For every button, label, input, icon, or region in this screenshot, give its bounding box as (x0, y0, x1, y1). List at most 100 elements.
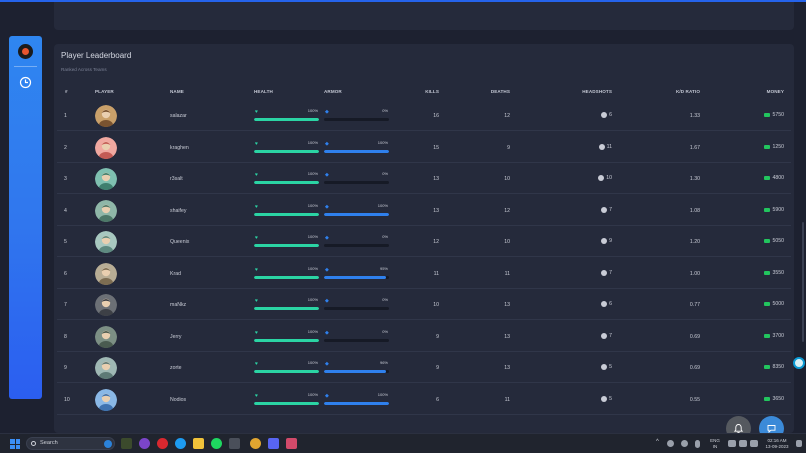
row-headshots-value: 6 (609, 301, 612, 307)
table-row[interactable]: 4 shaifey ♥ 100% ◆ 100% 13 12 7 1.08 590… (54, 195, 794, 226)
terminal-icon[interactable] (229, 438, 240, 449)
table-row[interactable]: 1 salazar ♥ 100% ◆ 0% 16 12 6 1.33 5750 (54, 100, 794, 131)
armor-bar-fill (324, 149, 389, 153)
cash-icon (764, 176, 771, 180)
dota-logo-icon[interactable] (18, 44, 33, 59)
skull-icon (601, 395, 608, 402)
app-page: Player Leaderboard Ranked Across Teams #… (0, 2, 806, 441)
table-row[interactable]: 2 kraghen ♥ 100% ◆ 100% 15 9 11 1.67 125… (54, 132, 794, 163)
shield-icon: ◆ (325, 329, 329, 336)
row-deaths: 12 (504, 207, 510, 214)
table-row[interactable]: 8 Jerry ♥ 100% ◆ 0% 9 13 7 0.69 3700 (54, 321, 794, 352)
row-player-name[interactable]: maNkz (170, 302, 186, 308)
health-percent: 100% (307, 202, 318, 208)
twitter-icon[interactable] (175, 438, 186, 449)
armor-percent: 0% (382, 108, 388, 113)
armor-bar: ◆ 100% (324, 392, 389, 406)
shield-icon: ◆ (325, 266, 329, 273)
taskbar-search-label: Search (40, 440, 58, 446)
row-player-name[interactable]: shaifey (170, 208, 186, 214)
skull-icon (598, 143, 605, 150)
clock-icon[interactable] (19, 76, 32, 89)
copilot-edge-icon[interactable] (793, 357, 805, 369)
row-player-name[interactable]: Krad (170, 271, 181, 277)
health-bar-fill (254, 275, 319, 279)
health-bar-fill (254, 118, 319, 121)
app-icon-game[interactable] (121, 438, 132, 449)
table-row[interactable]: 3 r3salt ♥ 100% ◆ 0% 13 10 10 1.30 4800 (54, 163, 794, 194)
avatar (95, 262, 117, 285)
app-icon-red[interactable] (157, 438, 168, 449)
health-percent: 100% (307, 328, 318, 334)
row-deaths: 13 (504, 365, 510, 371)
health-percent: 100% (307, 139, 318, 145)
cash-icon (764, 302, 771, 306)
cash-icon (764, 365, 771, 369)
row-player-name[interactable]: r3salt (170, 176, 183, 182)
cash-icon (764, 333, 771, 338)
shield-icon: ◆ (325, 235, 329, 241)
skull-icon (601, 238, 608, 244)
armor-percent: 100% (377, 391, 388, 397)
tray-language[interactable]: ENG IN (706, 438, 724, 449)
health-bar-fill (254, 212, 319, 216)
table-row[interactable]: 6 Krad ♥ 100% ◆ 95% 11 11 7 1.00 3550 (54, 258, 794, 289)
tray-clock[interactable]: 02:16 AM 13-09-2023 (760, 438, 794, 449)
file-explorer-icon[interactable] (193, 438, 204, 449)
heart-icon: ♥ (255, 266, 258, 273)
cash-icon (764, 396, 771, 401)
discord-icon[interactable] (268, 438, 279, 449)
row-deaths: 10 (504, 239, 510, 245)
shield-icon: ◆ (325, 298, 329, 304)
taskbar-search-input[interactable]: Search (26, 437, 115, 450)
avatar (95, 136, 117, 159)
shield-icon: ◆ (325, 203, 329, 210)
row-rank: 6 (64, 270, 67, 277)
heart-icon: ♥ (255, 140, 258, 147)
row-headshots-value: 7 (609, 206, 612, 213)
col-header-money: MONEY (766, 89, 784, 94)
heart-icon: ♥ (255, 109, 258, 115)
windows-start-icon[interactable] (10, 439, 20, 449)
health-percent: 100% (307, 391, 318, 397)
health-percent: 100% (307, 171, 318, 176)
shield-icon: ◆ (325, 140, 329, 147)
battery-icon[interactable] (750, 440, 758, 447)
row-kd-ratio: 1.20 (689, 239, 700, 245)
page-scrollbar[interactable] (802, 222, 804, 342)
notification-center-icon[interactable] (796, 440, 802, 447)
table-row[interactable]: 9 zorte ♥ 100% ◆ 96% 9 13 5 0.69 8350 (54, 352, 794, 383)
armor-bar-fill (324, 212, 389, 216)
wifi-icon[interactable] (728, 440, 736, 447)
table-row[interactable]: 7 maNkz ♥ 100% ◆ 0% 10 13 6 0.77 5000 (54, 289, 794, 320)
app-icon-active[interactable] (286, 438, 297, 449)
armor-percent: 95% (379, 265, 388, 271)
row-player-name[interactable]: zorte (170, 365, 182, 371)
spotify-icon[interactable] (211, 438, 222, 449)
row-headshots: 10 (594, 175, 612, 181)
tray-mic-icon[interactable] (695, 440, 700, 448)
row-player-name[interactable]: Queenix (170, 239, 189, 245)
tray-chevron-icon[interactable]: ^ (656, 439, 659, 446)
row-player-name[interactable]: Nodios (170, 397, 186, 403)
row-player-name[interactable]: salazar (170, 113, 187, 119)
cash-icon (764, 270, 771, 275)
row-money-value: 3550 (772, 269, 784, 276)
row-kills: 12 (433, 239, 439, 245)
armor-bar: ◆ 100% (324, 140, 389, 154)
volume-icon[interactable] (739, 440, 747, 447)
chrome-icon[interactable] (250, 438, 261, 449)
shield-icon: ◆ (325, 392, 329, 399)
row-headshots: 7 (594, 269, 612, 276)
app-icon-purple[interactable] (139, 438, 150, 449)
health-percent: 100% (307, 234, 318, 239)
table-row[interactable]: 5 Queenix ♥ 100% ◆ 0% 12 10 9 1.20 5050 (54, 226, 794, 257)
row-player-name[interactable]: Jerry (170, 334, 182, 340)
table-row[interactable]: 10 Nodios ♥ 100% ◆ 100% 6 11 5 0.55 3650 (54, 384, 794, 415)
tray-speaker-icon[interactable] (667, 440, 674, 447)
armor-bar-fill (324, 370, 387, 373)
row-player-name[interactable]: kraghen (170, 145, 189, 151)
health-bar: ♥ 100% (254, 234, 319, 248)
row-headshots-value: 10 (606, 175, 612, 181)
tray-settings-icon[interactable] (681, 440, 688, 447)
